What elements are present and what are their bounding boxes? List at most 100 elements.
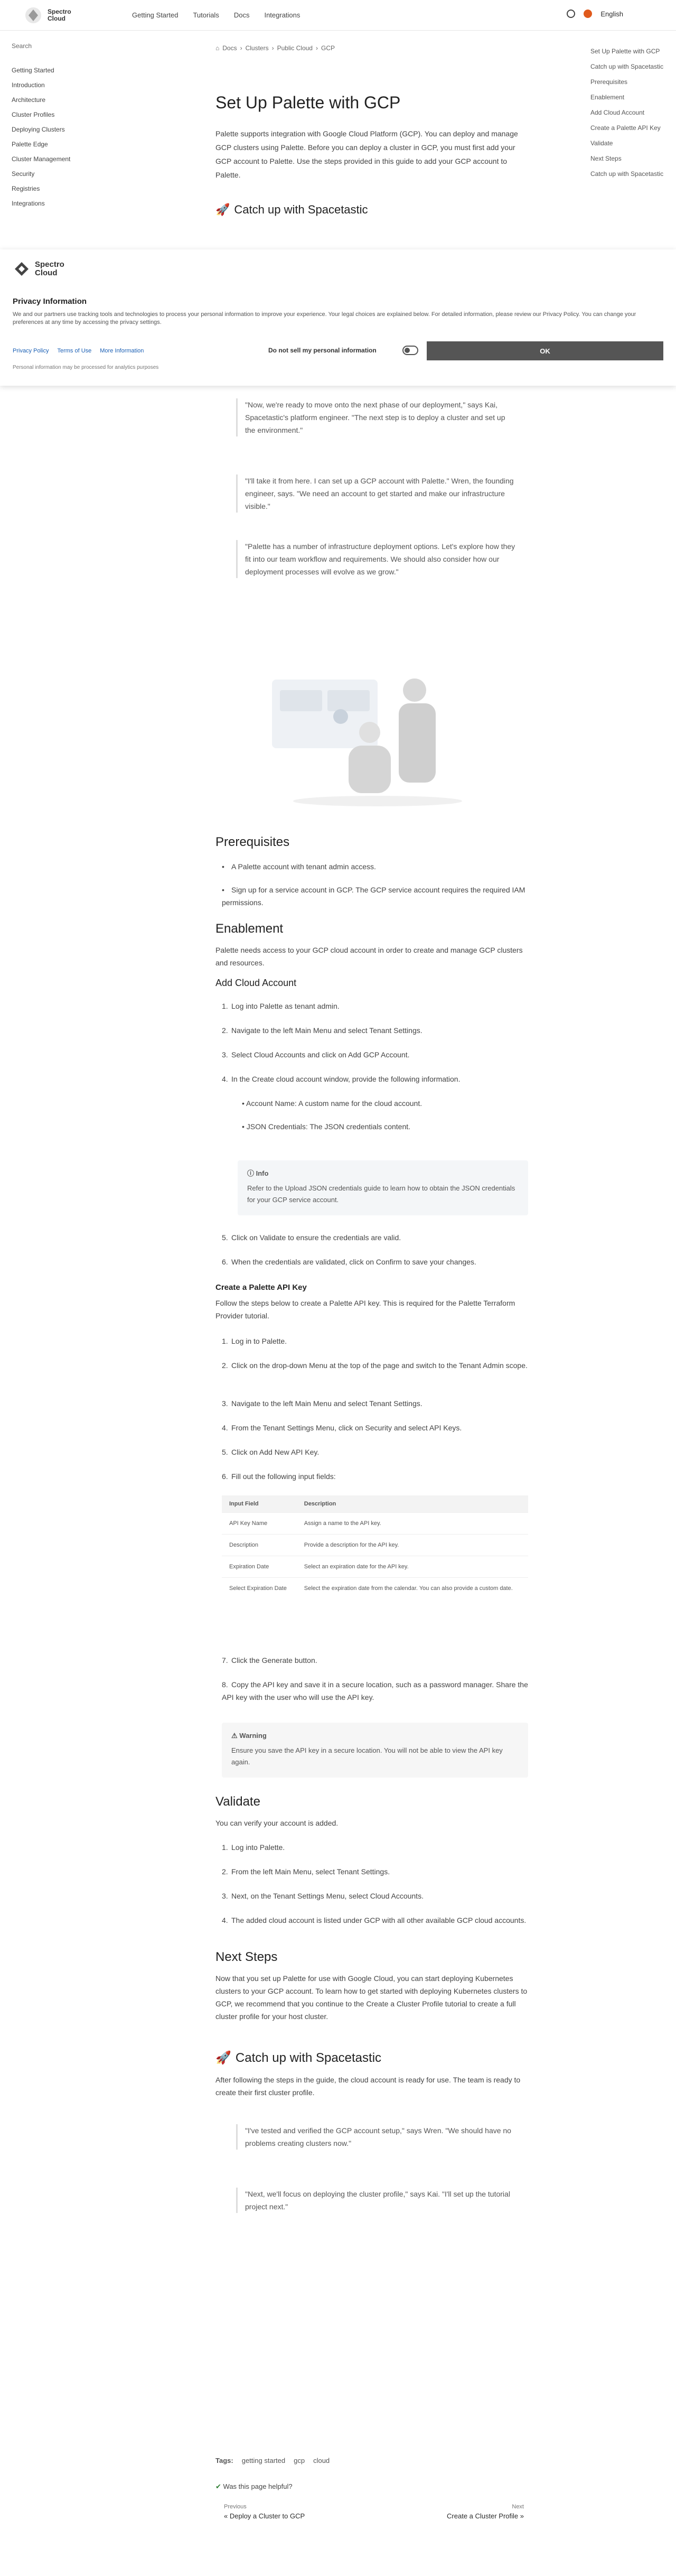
top-navigation-bar: Spectro Cloud Getting Started Tutorials D… — [0, 0, 676, 31]
spectro-cloud-logo[interactable]: Spectro Cloud — [23, 5, 71, 25]
cookie-pref-text: Personal information may be processed fo… — [13, 365, 159, 370]
toc-item[interactable]: Next Steps — [590, 155, 670, 163]
docs-sidebar: Search Getting Started Introduction Arch… — [0, 31, 148, 253]
toc-item[interactable]: Prerequisites — [590, 78, 670, 86]
tag[interactable]: cloud — [313, 2457, 330, 2465]
breadcrumb-item[interactable]: Public Cloud — [277, 44, 313, 52]
header-actions: English — [567, 10, 623, 18]
breadcrumb-item[interactable]: Docs — [222, 44, 237, 52]
sidebar-item[interactable]: Introduction — [12, 81, 45, 89]
toc-item[interactable]: Enablement — [590, 94, 670, 101]
step: 2. Click on the drop-down Menu at the top… — [222, 1361, 528, 1370]
toc-item[interactable]: Catch up with Spacetastic — [590, 170, 670, 178]
nav-integrations[interactable]: Integrations — [264, 11, 300, 19]
catchup-intro: After following the steps in the guide, … — [215, 2076, 521, 2097]
language-selector[interactable]: English — [600, 10, 623, 18]
warning-note: ⚠ Warning Ensure you save the API key in… — [222, 1723, 528, 1778]
toc-item[interactable]: Add Cloud Account — [590, 109, 670, 117]
step: 5. Click on Validate to ensure the creden… — [222, 1233, 401, 1242]
sidebar-item[interactable]: Getting Started — [12, 67, 54, 74]
info-icon-title: ⓘ Info — [247, 1169, 269, 1177]
toc-item[interactable]: Create a Palette API Key — [590, 124, 670, 132]
table-cell: Expiration Date — [222, 1556, 297, 1578]
next-steps-heading: Next Steps — [215, 1950, 278, 1964]
quote-block: "Palette has a number of infrastructure … — [236, 540, 516, 578]
list-item: • Sign up for a service account in GCP. T… — [222, 886, 525, 907]
search-icon[interactable] — [567, 10, 576, 18]
table-row: Expiration Date Select an expiration dat… — [222, 1556, 528, 1578]
terms-link[interactable]: Terms of Use — [57, 348, 91, 354]
sub-item: • Account Name: A custom name for the cl… — [242, 1099, 422, 1108]
rocket-icon: 🚀 — [215, 203, 230, 216]
language-flag-icon[interactable] — [584, 10, 593, 18]
prerequisites-heading: Prerequisites — [215, 835, 290, 849]
sidebar-item[interactable]: Registries — [12, 185, 40, 192]
sidebar-item[interactable]: Security — [12, 170, 34, 178]
cookie-banner-logo: Spectro Cloud — [13, 260, 64, 278]
previous-page-link[interactable]: Previous « Deploy a Cluster to GCP — [224, 2504, 305, 2520]
breadcrumb-item[interactable]: GCP — [321, 44, 335, 52]
next-page-link[interactable]: Next Create a Cluster Profile » — [447, 2504, 524, 2520]
tag[interactable]: getting started — [242, 2457, 285, 2465]
sidebar-item[interactable]: Cluster Profiles — [12, 111, 54, 118]
cookie-ok-button[interactable]: OK — [427, 341, 663, 360]
tag[interactable]: gcp — [294, 2457, 305, 2465]
table-cell: API Key Name — [222, 1512, 297, 1535]
sidebar-item[interactable]: Architecture — [12, 96, 45, 104]
step: 1. Log into Palette. — [222, 1843, 285, 1852]
spacetastic-illustration — [272, 678, 462, 806]
nav-tutorials[interactable]: Tutorials — [193, 11, 219, 19]
table-cell: Assign a name to the API key. — [296, 1512, 528, 1535]
sidebar-item[interactable]: Palette Edge — [12, 141, 48, 148]
sub-item: • JSON Credentials: The JSON credentials… — [242, 1122, 411, 1131]
toc-item[interactable]: Catch up with Spacetastic — [590, 63, 670, 71]
nav-getting-started[interactable]: Getting Started — [132, 11, 178, 19]
helpful-prompt: ✔ Was this page helpful? — [215, 2482, 293, 2490]
toc-item[interactable]: Validate — [590, 140, 670, 147]
page-title: Set Up Palette with GCP — [215, 93, 401, 112]
do-not-sell-toggle[interactable] — [402, 346, 418, 355]
step: 6. Fill out the following input fields: — [222, 1472, 336, 1481]
validate-heading: Validate — [215, 1794, 260, 1809]
table-cell: Select Expiration Date — [222, 1577, 297, 1599]
cookie-consent-banner: Spectro Cloud Privacy Information We and … — [0, 249, 676, 386]
breadcrumb-item[interactable]: Clusters — [246, 44, 269, 52]
sidebar-search[interactable]: Search — [12, 42, 128, 56]
catchup-heading: 🚀 Catch up with Spacetastic — [215, 203, 368, 216]
info-note-text: Refer to the Upload JSON credentials gui… — [247, 1184, 515, 1204]
warning-note-text: Ensure you save the API key in a secure … — [231, 1746, 503, 1766]
table-cell: Select the expiration date from the cale… — [296, 1577, 528, 1599]
sidebar-item[interactable]: Deploying Clusters — [12, 126, 65, 133]
logo-mark-icon — [25, 7, 41, 23]
enablement-heading: Enablement — [215, 922, 284, 936]
sidebar-item[interactable]: Cluster Management — [12, 155, 70, 163]
sidebar-item[interactable]: Integrations — [12, 200, 45, 207]
table-of-contents: Set Up Palette with GCP Catch up with Sp… — [590, 48, 670, 185]
nav-docs[interactable]: Docs — [234, 11, 250, 19]
step: 3. Next, on the Tenant Settings Menu, sel… — [222, 1892, 424, 1900]
more-information-link[interactable]: More Information — [100, 348, 144, 354]
table-row: Select Expiration Date Select the expira… — [222, 1577, 528, 1599]
home-icon[interactable]: ⌂ — [215, 44, 219, 52]
next-steps-text: Now that you set up Palette for use with… — [215, 1974, 528, 2021]
privacy-policy-link[interactable]: Privacy Policy — [13, 348, 49, 354]
tags-label: Tags: — [215, 2457, 233, 2465]
step: 4. The added cloud account is listed unde… — [222, 1916, 527, 1924]
step: 4. From the Tenant Settings Menu, click o… — [222, 1424, 462, 1432]
api-key-intro: Follow the steps below to create a Palet… — [215, 1299, 515, 1320]
step: 4. In the Create cloud account window, pr… — [222, 1075, 461, 1083]
add-cloud-account-heading: Add Cloud Account — [215, 978, 297, 988]
step: 3. Select Cloud Accounts and click on Add… — [222, 1050, 410, 1059]
table-header-row: Input Field Description — [222, 1495, 528, 1513]
table-row: Description Provide a description for th… — [222, 1534, 528, 1556]
step: 7. Click the Generate button. — [222, 1656, 317, 1664]
table-row: API Key Name Assign a name to the API ke… — [222, 1512, 528, 1535]
quote-block: "I've tested and verified the GCP accoun… — [236, 2124, 516, 2150]
logo-mark-icon — [15, 262, 29, 276]
step: 1. Log into Palette as tenant admin. — [222, 1002, 340, 1010]
intro-paragraph: Palette supports integration with Google… — [215, 129, 518, 179]
toc-item[interactable]: Set Up Palette with GCP — [590, 48, 670, 55]
table-header: Description — [296, 1495, 528, 1513]
cookie-title: Privacy Information — [13, 297, 87, 306]
table-header: Input Field — [222, 1495, 297, 1513]
